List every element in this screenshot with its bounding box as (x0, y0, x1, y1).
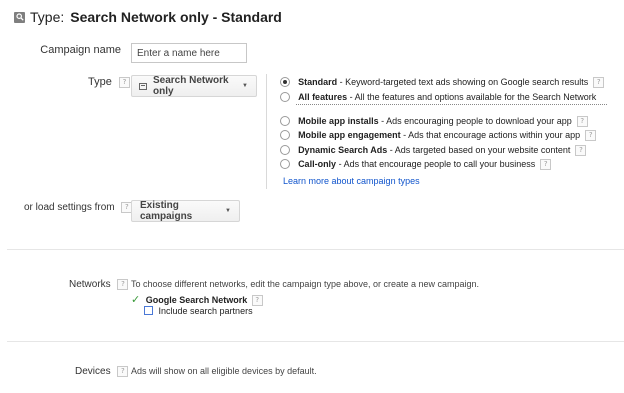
networks-description: To choose different networks, edit the c… (131, 279, 480, 289)
option-title: Mobile app installs (298, 116, 379, 127)
networks-label: Networks (69, 279, 111, 291)
campaign-name-label: Campaign name (40, 44, 121, 56)
option-dynamic-search-ads[interactable]: Dynamic Search Ads - Ads targeted based … (280, 144, 587, 156)
option-standard[interactable]: Standard - Keyword-targeted text ads sho… (280, 76, 605, 88)
option-title: Standard (298, 77, 338, 88)
radio-mobile-app-installs[interactable] (280, 116, 290, 127)
section-divider (7, 341, 624, 342)
option-all-features[interactable]: All features - All the features and opti… (280, 91, 596, 103)
section-divider (7, 249, 624, 250)
radio-all-features[interactable] (280, 92, 290, 103)
option-mobile-app-engagement[interactable]: Mobile app engagement - Ads that encoura… (280, 129, 597, 141)
type-label: Type (88, 76, 112, 88)
page-header: Type: Search Network only - Standard (14, 9, 282, 25)
include-search-partners-label: Include search partners (158, 305, 253, 316)
option-call-only[interactable]: Call-only - Ads that encourage people to… (280, 158, 552, 170)
header-type-label: Type: (30, 9, 65, 25)
existing-campaigns-label: Existing campaigns (140, 200, 193, 222)
page-title: Search Network only - Standard (70, 9, 282, 25)
option-desc: - Ads that encourage people to call your… (336, 159, 536, 170)
option-desc: - Ads encouraging people to download you… (378, 116, 572, 127)
learn-more-link[interactable]: Learn more about campaign types (283, 176, 420, 186)
option-title: Dynamic Search Ads (298, 145, 388, 156)
option-title: Call-only (298, 159, 337, 170)
load-settings-label-group: or load settings from ? (24, 202, 133, 214)
radio-call-only[interactable] (280, 159, 290, 170)
devices-label-group: Devices ? (75, 366, 129, 378)
include-search-partners-checkbox[interactable] (144, 306, 153, 316)
option-desc: - Keyword-targeted text ads showing on G… (337, 77, 589, 88)
existing-campaigns-button[interactable]: Existing campaigns ▼ (131, 200, 240, 222)
campaign-name-input[interactable] (131, 43, 247, 63)
search-network-icon (139, 82, 147, 90)
chevron-down-icon: ▼ (225, 208, 231, 214)
type-label-group: Type ? (88, 76, 130, 88)
divider (266, 74, 267, 189)
option-desc: - Ads targeted based on your website con… (387, 145, 571, 156)
devices-description: Ads will show on all eligible devices by… (131, 366, 317, 376)
radio-standard[interactable] (280, 77, 290, 88)
google-search-network-label: Google Search Network (145, 295, 248, 305)
campaign-type-dropdown[interactable]: Search Network only ▼ (131, 75, 257, 97)
option-title: Mobile app engagement (298, 130, 401, 141)
help-icon[interactable]: ? (575, 144, 587, 156)
help-icon[interactable]: ? (540, 158, 552, 170)
include-search-partners-row[interactable]: Include search partners (144, 305, 253, 316)
help-icon[interactable]: ? (117, 279, 129, 290)
radio-dynamic-search-ads[interactable] (280, 145, 290, 156)
option-mobile-app-installs[interactable]: Mobile app installs - Ads encouraging pe… (280, 115, 588, 127)
help-icon[interactable]: ? (118, 76, 130, 88)
help-icon[interactable]: ? (585, 129, 597, 141)
devices-label: Devices (75, 366, 111, 378)
search-icon (14, 11, 25, 23)
load-settings-label: or load settings from (24, 202, 115, 214)
option-desc: - All the features and options available… (347, 92, 597, 103)
help-icon[interactable]: ? (117, 366, 129, 377)
help-icon[interactable]: ? (251, 295, 263, 307)
option-title: All features (298, 92, 348, 103)
help-icon[interactable]: ? (576, 115, 588, 127)
help-icon[interactable]: ? (593, 76, 605, 88)
checkmark-icon: ✓ (131, 294, 141, 306)
dotted-separator (296, 104, 607, 105)
option-desc: - Ads that encourage actions within your… (400, 130, 581, 141)
campaign-type-dropdown-label: Search Network only (153, 75, 229, 97)
radio-mobile-app-engagement[interactable] (280, 130, 290, 141)
chevron-down-icon: ▼ (242, 83, 248, 89)
networks-label-group: Networks ? (69, 279, 129, 291)
